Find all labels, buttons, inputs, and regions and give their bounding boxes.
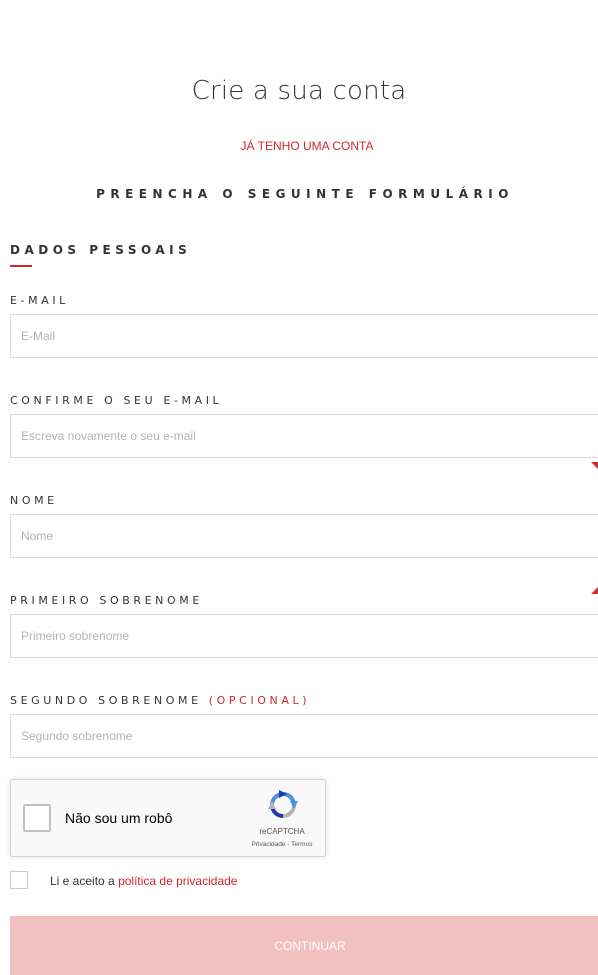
privacy-text: Li e aceito a política de privacidade bbox=[50, 874, 237, 888]
confirm-email-field[interactable] bbox=[10, 414, 598, 458]
recaptcha-links[interactable]: Privacidade - Termos bbox=[231, 841, 333, 848]
page-title: Crie a sua conta bbox=[191, 76, 407, 106]
second-surname-field[interactable] bbox=[10, 714, 598, 758]
error-indicator-icon bbox=[591, 462, 598, 469]
continue-button[interactable]: CONTINUAR bbox=[10, 916, 598, 975]
email-label: E-MAIL bbox=[10, 294, 69, 307]
second-surname-label-text: SEGUNDO SOBRENOME bbox=[10, 694, 202, 707]
privacy-policy-link[interactable]: política de privacidade bbox=[118, 874, 237, 888]
section-underline bbox=[10, 265, 32, 267]
name-field[interactable] bbox=[10, 514, 598, 558]
recaptcha-logo-icon bbox=[268, 790, 298, 818]
confirm-email-label: CONFIRME O SEU E-MAIL bbox=[10, 394, 223, 407]
error-indicator-icon bbox=[591, 587, 598, 594]
recaptcha-widget: Não sou um robô reCAPTCHA Privacidade - … bbox=[10, 779, 326, 857]
privacy-checkbox[interactable] bbox=[10, 871, 28, 889]
recaptcha-label: Não sou um robô bbox=[65, 810, 173, 826]
email-field[interactable] bbox=[10, 314, 598, 358]
name-label: NOME bbox=[10, 494, 58, 507]
recaptcha-checkbox[interactable] bbox=[23, 804, 51, 832]
recaptcha-brand: reCAPTCHA bbox=[259, 827, 305, 836]
section-heading: DADOS PESSOAIS bbox=[10, 243, 192, 257]
optional-tag: (OPCIONAL) bbox=[208, 694, 311, 707]
first-surname-field[interactable] bbox=[10, 614, 598, 658]
privacy-text-label: Li e aceito a bbox=[50, 874, 115, 888]
second-surname-label: SEGUNDO SOBRENOME (OPCIONAL) bbox=[10, 694, 310, 707]
first-surname-label: PRIMEIRO SOBRENOME bbox=[10, 594, 203, 607]
have-account-link[interactable]: JÁ TENHO UMA CONTA bbox=[0, 139, 598, 153]
form-heading: PREENCHA O SEGUINTE FORMULÁRIO bbox=[96, 187, 514, 201]
